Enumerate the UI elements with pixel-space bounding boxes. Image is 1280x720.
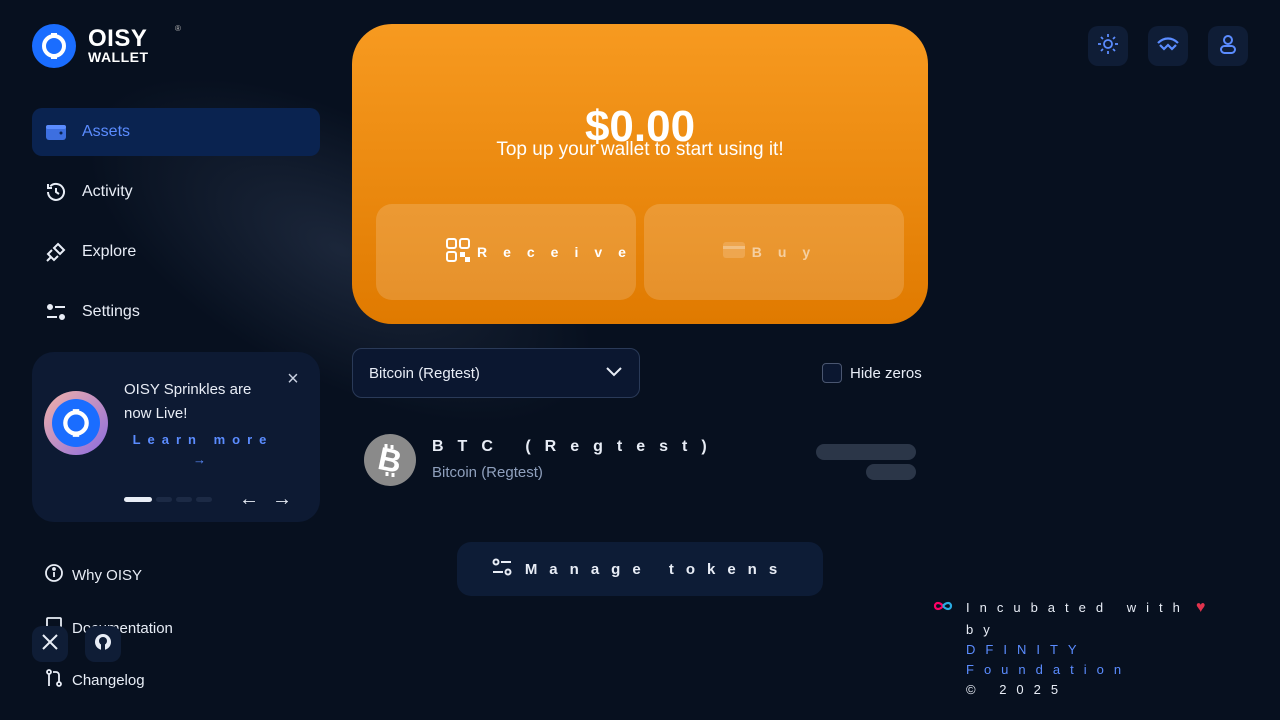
carousel-dot[interactable] [196, 497, 212, 502]
info-icon [44, 563, 64, 587]
nav-item-explore[interactable]: Explore [32, 228, 320, 276]
link-label: Changelog [72, 671, 145, 689]
carousel-dot[interactable] [124, 497, 152, 502]
link-label: Why OISY [72, 566, 143, 584]
x-twitter-button[interactable] [32, 626, 68, 662]
arrow-left-icon[interactable]: ← [239, 488, 259, 510]
logo-line-2: WALLET [88, 49, 149, 65]
sidebar-nav: Assets Activity Explore Settings [32, 108, 320, 348]
github-button[interactable] [85, 626, 121, 662]
nav-item-activity[interactable]: Activity [32, 168, 320, 216]
why-oisy-link[interactable]: Why OISY [44, 562, 142, 588]
value-skeleton [866, 464, 916, 480]
hide-zeros-toggle[interactable]: Hide zeros [822, 363, 922, 383]
carousel-dots [124, 497, 212, 502]
carousel-dot[interactable] [156, 497, 172, 502]
balance-subtitle: Top up your wallet to start using it! [496, 139, 784, 160]
sliders-icon [44, 300, 68, 324]
dfinity-link-line1[interactable]: DFINITY [966, 640, 1087, 660]
logo[interactable]: OISY WALLET ® [32, 24, 181, 68]
token-network: Bitcoin (Regtest) [432, 464, 543, 481]
git-branch-icon [44, 668, 64, 692]
dfinity-link-line2[interactable]: Foundation [966, 660, 1131, 680]
chevron-down-icon [605, 365, 623, 382]
buy-button[interactable]: Buy [644, 204, 904, 300]
nav-item-settings[interactable]: Settings [32, 288, 320, 336]
incubated-text: Incubated with [966, 600, 1190, 615]
nav-label: Activity [82, 183, 133, 200]
sliders-icon [491, 556, 513, 583]
satellite-icon [44, 240, 68, 264]
balance-skeleton [816, 444, 916, 460]
x-twitter-icon [40, 632, 60, 657]
card-icon [722, 240, 746, 265]
qr-code-icon [445, 237, 471, 268]
user-icon [1218, 33, 1238, 60]
footer-incubated: Incubated with ♥ [932, 598, 1205, 618]
sun-icon [1097, 33, 1119, 60]
nav-label: Explore [82, 243, 137, 260]
promo-avatar [44, 391, 108, 455]
nav-label: Assets [82, 123, 131, 140]
wallet-icon [44, 120, 68, 144]
history-icon [44, 180, 68, 204]
bitcoin-icon: B [364, 434, 416, 486]
footer-by: by [966, 622, 1000, 637]
oisy-logo-icon [52, 399, 100, 447]
hide-zeros-label: Hide zeros [850, 364, 922, 382]
infinity-icon [932, 598, 954, 618]
user-menu-button[interactable] [1208, 26, 1248, 66]
close-icon[interactable]: × [284, 369, 302, 389]
theme-toggle-button[interactable] [1088, 26, 1128, 66]
receive-label: Receive [477, 244, 642, 260]
promo-card: OISY Sprinkles are now Live! Learn more … [32, 352, 320, 522]
registered-mark: ® [175, 24, 181, 33]
manage-tokens-button[interactable]: Manage tokens [457, 542, 823, 596]
logo-line-1: OISY [88, 25, 148, 52]
walletconnect-button[interactable] [1148, 26, 1188, 66]
heart-icon: ♥ [1195, 599, 1206, 616]
promo-title: OISY Sprinkles are now Live! [124, 381, 252, 422]
walletconnect-icon [1156, 36, 1180, 57]
token-symbol[interactable]: BTC (Regtest) [432, 438, 721, 456]
learn-more-link[interactable]: Learn more → [128, 430, 278, 470]
hide-zeros-checkbox[interactable] [822, 363, 842, 383]
network-select[interactable]: Bitcoin (Regtest) [352, 348, 640, 398]
nav-label: Settings [82, 303, 140, 320]
network-select-value: Bitcoin (Regtest) [369, 364, 480, 382]
balance-card: $0.00 Top up your wallet to start using … [352, 24, 928, 324]
changelog-link[interactable]: Changelog [44, 667, 145, 693]
arrow-right-icon[interactable]: → [272, 488, 292, 510]
copyright: © 2025 [966, 682, 1069, 697]
logo-wordmark: OISY WALLET [88, 25, 149, 65]
nav-item-assets[interactable]: Assets [32, 108, 320, 156]
receive-button[interactable]: Receive [376, 204, 636, 300]
carousel-dot[interactable] [176, 497, 192, 502]
github-icon [93, 632, 113, 657]
buy-label: Buy [751, 244, 827, 260]
oisy-logo-icon [32, 24, 76, 68]
svg-text:B: B [375, 442, 405, 478]
manage-tokens-label: Manage tokens [524, 560, 790, 578]
